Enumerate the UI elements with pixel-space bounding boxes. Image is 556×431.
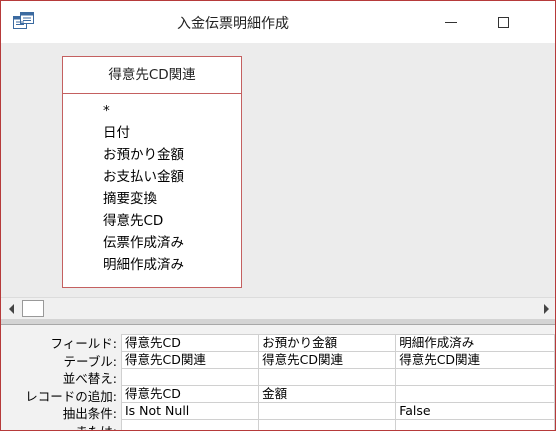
grid-cell-sort-3[interactable] — [395, 368, 555, 386]
scroll-right-button[interactable] — [538, 301, 554, 317]
scroll-thumb[interactable] — [22, 300, 44, 317]
grid-cell-criteria-2[interactable] — [258, 401, 397, 420]
arrow-left-icon — [8, 304, 14, 314]
scroll-left-button[interactable] — [3, 301, 19, 317]
field-item-slip-created[interactable]: 伝票作成済み — [63, 232, 241, 254]
row-label-append-to: レコードの追加: — [25, 388, 117, 404]
minimize-icon — [445, 21, 457, 23]
row-label-table: テーブル: — [63, 353, 117, 369]
design-grid-pane: フィールド: テーブル: 並べ替え: レコードの追加: 抽出条件: または: 得… — [1, 325, 555, 430]
query-design-pane[interactable]: 得意先CD関連 * 日付 お預かり金額 お支払い金額 摘要変換 得意先CD 伝票… — [1, 43, 555, 297]
grid-cell-field-1[interactable]: 得意先CD — [120, 334, 260, 352]
field-item-detail-created[interactable]: 明細作成済み — [63, 254, 241, 276]
grid-cell-or-2[interactable] — [258, 418, 397, 430]
horizontal-scrollbar[interactable] — [1, 297, 555, 319]
design-grid: 得意先CD お預かり金額 明細作成済み 得意先CD関連 得意先CD関連 得意先C… — [120, 334, 555, 430]
field-item-summary-conversion[interactable]: 摘要変換 — [63, 188, 241, 210]
grid-cell-append-1[interactable]: 得意先CD — [120, 384, 260, 403]
maximize-icon — [497, 16, 509, 28]
grid-cell-sort-1[interactable] — [120, 368, 260, 386]
arrow-right-icon — [543, 304, 549, 314]
window-title: 入金伝票明細作成 — [177, 16, 289, 32]
grid-cell-table-3[interactable]: 得意先CD関連 — [395, 351, 555, 369]
table-name-header[interactable]: 得意先CD関連 — [63, 57, 241, 94]
maximize-button[interactable] — [485, 7, 521, 37]
grid-row-sort — [120, 368, 555, 386]
grid-row-headers: フィールド: テーブル: 並べ替え: レコードの追加: 抽出条件: または: — [1, 335, 121, 430]
grid-cell-sort-2[interactable] — [258, 368, 397, 386]
grid-cell-criteria-1[interactable]: Is Not Null — [120, 401, 260, 420]
field-item-payment-amount[interactable]: お支払い金額 — [63, 166, 241, 188]
grid-cell-field-2[interactable]: お預かり金額 — [258, 334, 397, 352]
row-label-sort: 並べ替え: — [62, 371, 117, 387]
field-list-table[interactable]: 得意先CD関連 * 日付 お預かり金額 お支払い金額 摘要変換 得意先CD 伝票… — [62, 56, 242, 288]
grid-cell-or-1[interactable] — [120, 418, 260, 430]
field-item-deposit-amount[interactable]: お預かり金額 — [63, 144, 241, 166]
row-label-or: または: — [1, 423, 121, 430]
field-item-customer-cd[interactable]: 得意先CD — [63, 210, 241, 232]
grid-row-field: 得意先CD お預かり金額 明細作成済み — [120, 334, 555, 352]
grid-cell-table-1[interactable]: 得意先CD関連 — [120, 351, 260, 369]
grid-row-or — [120, 418, 555, 430]
field-item-all[interactable]: * — [63, 100, 241, 122]
row-label-field: フィールド: — [50, 336, 117, 351]
title-bar[interactable]: 入金伝票明細作成 — [1, 1, 555, 43]
grid-row-table: 得意先CD関連 得意先CD関連 得意先CD関連 — [120, 351, 555, 369]
grid-row-criteria: Is Not Null False — [120, 401, 555, 420]
grid-row-append-to: 得意先CD 金額 — [120, 384, 555, 403]
grid-cell-criteria-3[interactable]: False — [395, 401, 555, 420]
grid-cell-append-2[interactable]: 金額 — [258, 384, 397, 403]
grid-cell-table-2[interactable]: 得意先CD関連 — [258, 351, 397, 369]
grid-cell-append-3[interactable] — [395, 384, 555, 403]
query-design-window: 入金伝票明細作成 得意先CD関連 * 日付 お預かり金額 お支払い金額 摘要変換… — [0, 0, 556, 431]
grid-cell-or-3[interactable] — [395, 418, 555, 430]
field-list: * 日付 お預かり金額 お支払い金額 摘要変換 得意先CD 伝票作成済み 明細作… — [63, 94, 241, 276]
row-label-criteria: 抽出条件: — [62, 406, 117, 422]
field-item-date[interactable]: 日付 — [63, 122, 241, 144]
grid-cell-field-3[interactable]: 明細作成済み — [395, 334, 555, 352]
minimize-button[interactable] — [433, 7, 469, 37]
